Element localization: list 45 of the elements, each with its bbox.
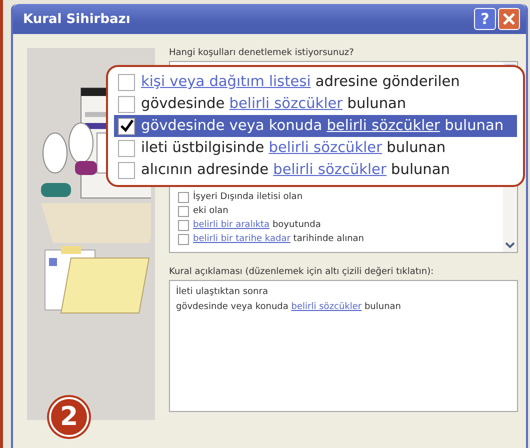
condition-item[interactable]: kişi veya dağıtım listesi adresine gönderilen [114,71,517,93]
condition-text: kişi veya dağıtım listesi adresine gönderilen [141,74,460,90]
checkbox[interactable] [118,162,135,178]
condition-item[interactable]: ileti üstbilgisinde belirli sözcükler bulunan [114,137,517,159]
link[interactable]: belirli sözcükler [268,140,382,156]
condition-item[interactable]: alıcının adresinde belirli sözcükler bulunan [114,159,517,181]
link[interactable]: kişi veya dağıtım listesi [141,74,311,90]
description-text: İleti ulaştıktan sonra [176,285,269,299]
checkbox[interactable] [178,192,189,202]
condition-text: alıcının adresinde belirli sözcükler bulunan [141,162,450,178]
description-label: Kural açıklaması (düzenlemek için altı çizili değeri tıklatın): [169,267,435,277]
condition-item[interactable]: gövdesinde veya konuda belirli sözcükler bulunan [114,115,517,137]
condition-text: gövdesinde belirli sözcükler bulunan [141,96,406,112]
link[interactable]: belirli sözcükler [273,162,386,178]
checkbox[interactable] [118,118,135,134]
condition-text: belirli bir aralıkta boyutunda [193,220,321,230]
link[interactable]: belirli bir tarihe kadar [193,234,290,244]
checkbox[interactable] [118,74,135,90]
checkbox[interactable] [118,96,135,112]
condition-text: eki olan [193,206,228,216]
link[interactable]: belirli bir aralıkta [193,220,270,230]
description-text: gövdesinde veya konuda belirli sözcükler bulunan [176,301,402,314]
condition-text: belirli bir tarihe kadar tarihinde alınan [193,234,364,244]
link[interactable]: belirli sözcükler [326,118,440,134]
condition-text: İşyeri Dışında iletisi olan [193,192,303,202]
close-icon [502,12,516,26]
checkbox[interactable] [178,206,189,216]
window-title: Kural Sihirbazı [23,12,130,26]
condition-item[interactable]: belirli bir aralıkta boyutunda [170,218,503,232]
conditions-prompt: Hangi koşulları denetlemek istiyorsunuz? [169,48,355,58]
condition-item[interactable]: gövdesinde belirli sözcükler bulunan [114,93,517,115]
help-button[interactable]: ? [474,8,496,30]
checkbox[interactable] [178,234,189,244]
checkbox[interactable] [118,140,135,156]
condition-item[interactable]: eki olan [170,204,503,218]
close-button[interactable] [498,8,520,30]
step-badge: 2 [49,397,89,437]
scroll-down-icon[interactable] [504,240,516,250]
condition-item[interactable]: belirli bir tarihe kadar tarihinde alınan [170,232,503,246]
checkbox[interactable] [178,220,189,230]
condition-text: gövdesinde veya konuda belirli sözcükler bulunan [141,118,504,134]
condition-item[interactable]: İşyeri Dışında iletisi olan [170,190,503,204]
condition-text: ileti üstbilgisinde belirli sözcükler bulunan [141,140,446,156]
link[interactable]: belirli sözcükler [229,96,343,112]
link[interactable]: belirli sözcükler [291,302,362,312]
